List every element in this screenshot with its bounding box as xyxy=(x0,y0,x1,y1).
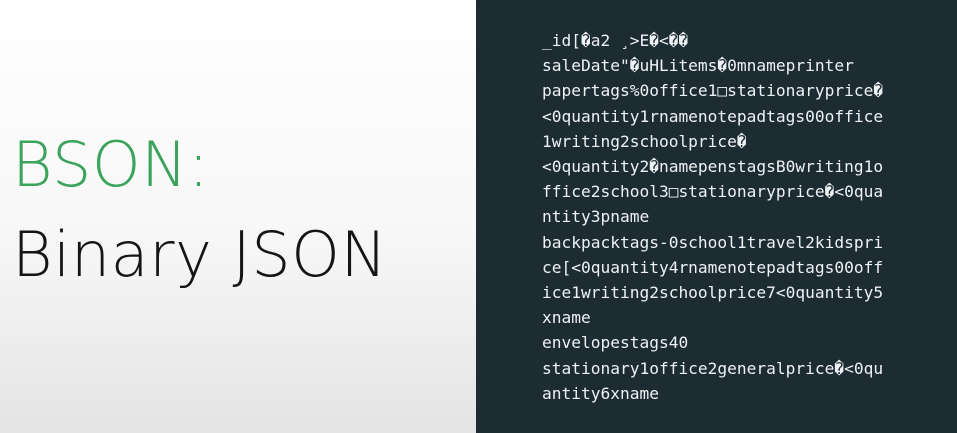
code-line: antity6xname xyxy=(542,383,659,403)
code-line: stationary1office2generalprice�<0qu xyxy=(542,358,884,378)
code-line: backpacktags-0school1travel2kidspri xyxy=(542,232,884,252)
bson-byte-dump: _id[�a2 ¸>E�<�� saleDate"�uHLitems�0mnam… xyxy=(542,28,883,406)
title-panel: BSON: Binary JSON xyxy=(0,0,476,433)
code-line: ntity3pname xyxy=(542,207,650,227)
code-line: <0quantity1rnamenotepadtags00office xyxy=(542,106,884,126)
code-line: 1writing2schoolprice� xyxy=(542,131,747,151)
title-binary-json: Binary JSON xyxy=(12,218,388,291)
code-line: ice1writing2schoolprice7<0quantity5 xyxy=(542,283,884,303)
code-line: saleDate"�uHLitems�0mnameprinter xyxy=(542,56,854,76)
bson-bytes-panel: _id[�a2 ¸>E�<�� saleDate"�uHLitems�0mnam… xyxy=(476,0,957,433)
code-line: _id[�a2 ¸>E�<�� xyxy=(542,31,689,50)
title-bson: BSON: xyxy=(12,128,210,201)
code-line: papertags%0office1□stationaryprice� xyxy=(542,81,884,101)
code-line: xname xyxy=(542,308,591,328)
code-line: ce[<0quantity4rnamenotepadtags00off xyxy=(542,257,884,277)
code-line: envelopestags40 xyxy=(542,333,689,353)
code-line: ffice2school3□stationaryprice�<0qua xyxy=(542,182,884,202)
code-line: <0quantity2�namepenstagsB0writing1o xyxy=(542,157,884,177)
